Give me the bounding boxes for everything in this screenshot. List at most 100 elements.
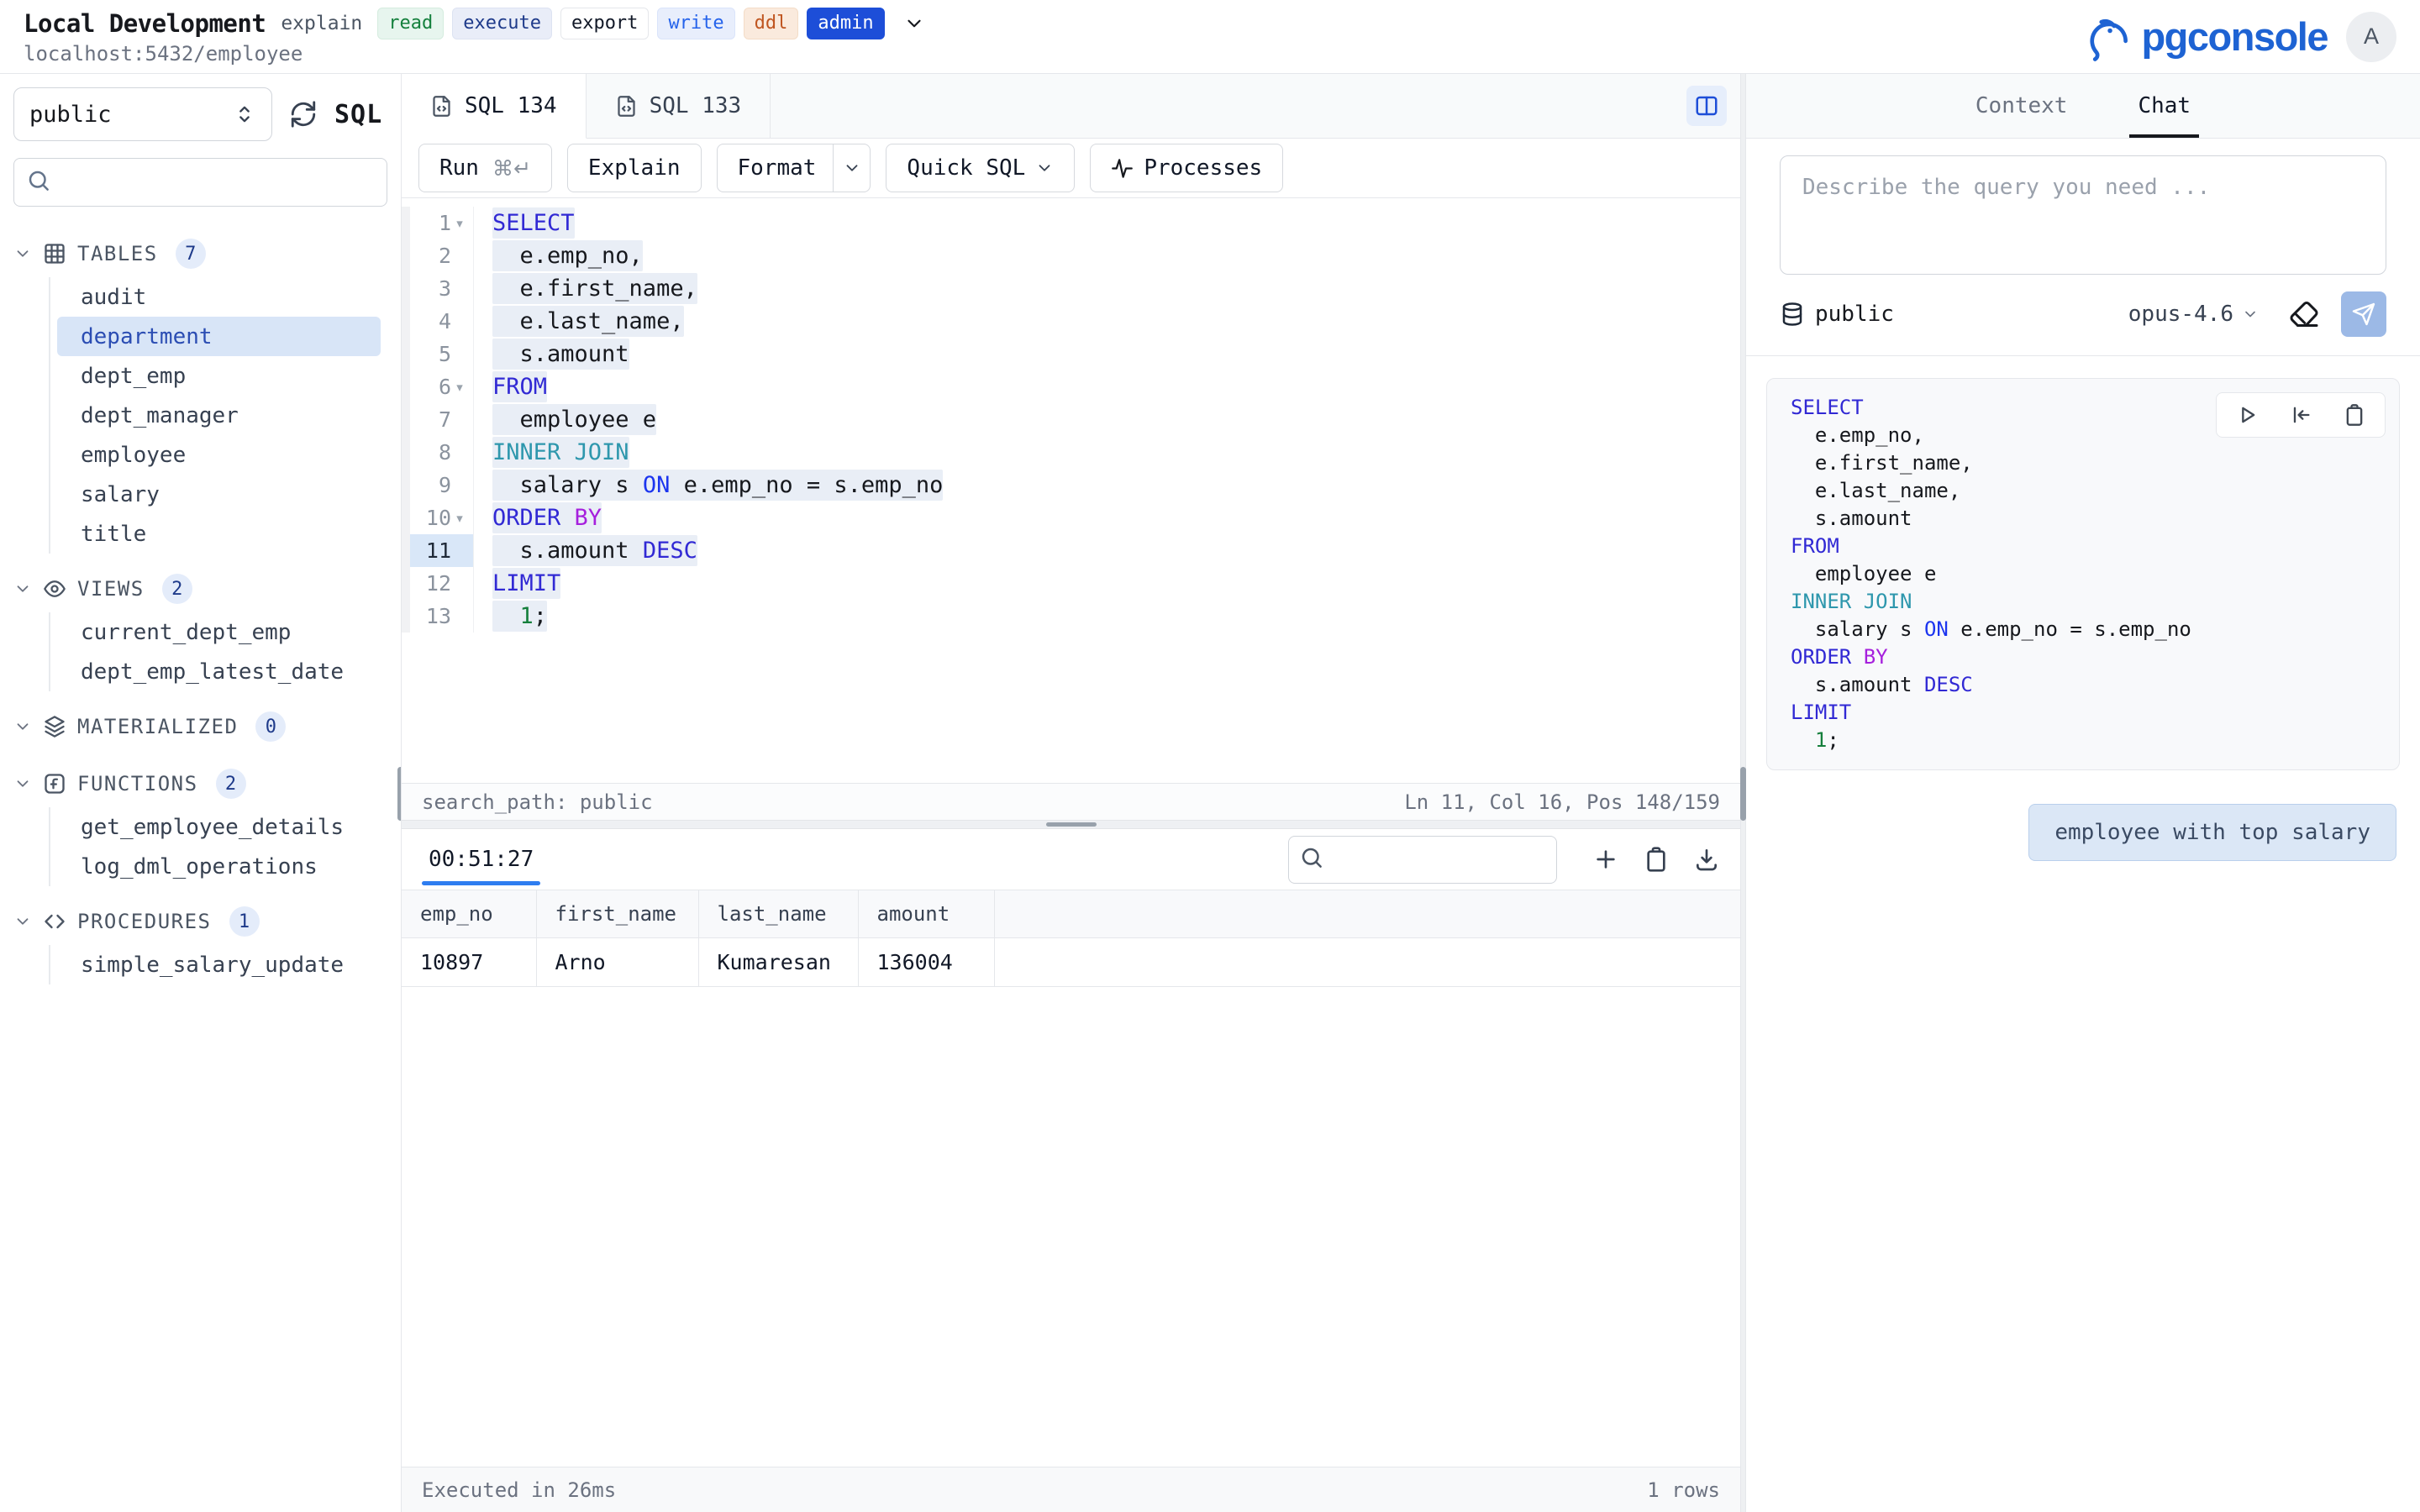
result-row[interactable]: 10897ArnoKumaresan136004: [402, 937, 1740, 986]
tree-item-audit[interactable]: audit: [57, 277, 381, 317]
explain-button[interactable]: Explain: [567, 144, 702, 192]
editor-line-13[interactable]: 13 1;: [402, 600, 1740, 633]
tree-item-salary[interactable]: salary: [57, 475, 381, 514]
chat-composer: public opus-4.6: [1746, 139, 2420, 356]
tables-section-header[interactable]: TABLES 7: [0, 232, 401, 276]
chevron-down-icon: [13, 244, 32, 263]
activity-pulse-icon: [1111, 157, 1134, 180]
column-header-emp_no[interactable]: emp_no: [402, 890, 536, 937]
editor-line-6[interactable]: 6▾FROM: [402, 370, 1740, 403]
copy-results-button[interactable]: [1643, 846, 1670, 873]
query-workspace: SQL 134 SQL 133 Run ⌘↵ Expl: [402, 74, 1740, 1512]
add-result-tab-button[interactable]: [1592, 846, 1619, 873]
context-schema[interactable]: public: [1780, 302, 1894, 327]
editor-line-2[interactable]: 2 e.emp_no,: [402, 239, 1740, 272]
line-number-gutter[interactable]: 9: [402, 469, 474, 501]
chevron-down-icon: [1035, 159, 1054, 177]
permission-badge-admin: admin: [807, 8, 884, 39]
code-brackets-icon: [43, 910, 66, 933]
tree-item-current_dept_emp[interactable]: current_dept_emp: [57, 612, 381, 652]
editor-line-8[interactable]: 8INNER JOIN: [402, 436, 1740, 469]
chevron-down-icon[interactable]: [903, 13, 925, 34]
tree-item-log_dml_operations[interactable]: log_dml_operations: [57, 847, 381, 886]
column-header-amount[interactable]: amount: [858, 890, 994, 937]
run-button[interactable]: Run ⌘↵: [418, 144, 552, 192]
tree-item-simple_salary_update[interactable]: simple_salary_update: [57, 945, 381, 984]
editor-line-9[interactable]: 9 salary s ON e.emp_no = s.emp_no: [402, 469, 1740, 501]
line-number-gutter[interactable]: 4: [402, 305, 474, 338]
line-number-gutter[interactable]: 6▾: [402, 370, 474, 403]
line-number-gutter[interactable]: 11: [402, 534, 474, 567]
user-avatar[interactable]: A: [2346, 12, 2396, 62]
insert-to-editor-button[interactable]: [2289, 403, 2312, 427]
split-view-button[interactable]: [1686, 86, 1727, 126]
copy-code-button[interactable]: [2343, 403, 2366, 427]
editor-line-1[interactable]: 1▾SELECT: [402, 207, 1740, 239]
line-number-gutter[interactable]: 1▾: [402, 207, 474, 239]
tree-item-get_employee_details[interactable]: get_employee_details: [57, 807, 381, 847]
column-header-first_name[interactable]: first_name: [536, 890, 698, 937]
line-number-gutter[interactable]: 8: [402, 436, 474, 469]
fold-arrow-icon[interactable]: ▾: [451, 380, 468, 395]
results-search[interactable]: [1288, 836, 1557, 884]
download-results-button[interactable]: [1693, 846, 1720, 873]
results-search-input[interactable]: [1331, 847, 1591, 872]
line-number-gutter[interactable]: 2: [402, 239, 474, 272]
drag-handle[interactable]: [1740, 767, 1746, 821]
result-timer-tab[interactable]: 00:51:27: [422, 829, 540, 890]
format-dropdown-button[interactable]: [833, 144, 870, 192]
model-selector[interactable]: opus-4.6: [2128, 302, 2259, 327]
drag-handle[interactable]: [1046, 822, 1097, 827]
send-button[interactable]: [2341, 291, 2386, 337]
results-footer: Executed in 26ms 1 rows: [402, 1467, 1740, 1512]
editor-line-4[interactable]: 4 e.last_name,: [402, 305, 1740, 338]
materialized-section-header[interactable]: MATERIALIZED 0: [0, 705, 401, 748]
tab-sql-133[interactable]: SQL 133: [587, 74, 771, 138]
line-number-gutter[interactable]: 12: [402, 567, 474, 600]
panel-resize-divider[interactable]: [1740, 74, 1746, 1512]
function-icon: [43, 772, 66, 795]
format-button[interactable]: Format: [717, 144, 871, 192]
tree-item-employee[interactable]: employee: [57, 435, 381, 475]
refresh-button[interactable]: [289, 100, 318, 129]
editor-line-12[interactable]: 12LIMIT: [402, 567, 1740, 600]
editor-line-11[interactable]: 11 s.amount DESC: [402, 534, 1740, 567]
tree-item-dept_manager[interactable]: dept_manager: [57, 396, 381, 435]
sql-editor[interactable]: 1▾SELECT2 e.emp_no,3 e.first_name,4 e.la…: [402, 198, 1740, 783]
editor-statusbar: search_path: public Ln 11, Col 16, Pos 1…: [402, 783, 1740, 820]
sidebar-search-input[interactable]: [60, 169, 375, 196]
schema-select[interactable]: public: [13, 87, 272, 141]
tree-item-department[interactable]: department: [57, 317, 381, 356]
clear-chat-button[interactable]: [2289, 299, 2319, 329]
line-number-gutter[interactable]: 7: [402, 403, 474, 436]
line-number-gutter[interactable]: 13: [402, 600, 474, 633]
sidebar-search[interactable]: [13, 158, 387, 207]
processes-button[interactable]: Processes: [1090, 144, 1283, 192]
tree-item-title[interactable]: title: [57, 514, 381, 554]
fold-arrow-icon[interactable]: ▾: [451, 511, 468, 526]
editor-line-5[interactable]: 5 s.amount: [402, 338, 1740, 370]
line-number-gutter[interactable]: 10▾: [402, 501, 474, 534]
column-header-last_name[interactable]: last_name: [698, 890, 858, 937]
tree-item-dept_emp_latest_date[interactable]: dept_emp_latest_date: [57, 652, 381, 691]
results-resize-divider[interactable]: [402, 820, 1740, 829]
views-section-header[interactable]: VIEWS 2: [0, 567, 401, 611]
tree-item-dept_emp[interactable]: dept_emp: [57, 356, 381, 396]
functions-section-header[interactable]: FUNCTIONS 2: [0, 762, 401, 806]
procedures-section-header[interactable]: PROCEDURES 1: [0, 900, 401, 943]
run-code-button[interactable]: [2235, 403, 2259, 427]
editor-line-3[interactable]: 3 e.first_name,: [402, 272, 1740, 305]
code-text: employee e: [474, 407, 656, 433]
sql-mode-label[interactable]: SQL: [334, 100, 382, 129]
quick-sql-button[interactable]: Quick SQL: [886, 144, 1075, 192]
tab-context[interactable]: Context: [1967, 74, 2076, 138]
chat-input[interactable]: [1780, 155, 2386, 275]
tab-sql-134[interactable]: SQL 134: [402, 74, 587, 139]
assistant-sql-message: SELECT e.emp_no, e.first_name, e.last_na…: [1766, 378, 2400, 770]
line-number-gutter[interactable]: 3: [402, 272, 474, 305]
fold-arrow-icon[interactable]: ▾: [451, 216, 468, 231]
editor-line-10[interactable]: 10▾ORDER BY: [402, 501, 1740, 534]
line-number-gutter[interactable]: 5: [402, 338, 474, 370]
editor-line-7[interactable]: 7 employee e: [402, 403, 1740, 436]
tab-chat[interactable]: Chat: [2129, 74, 2199, 138]
